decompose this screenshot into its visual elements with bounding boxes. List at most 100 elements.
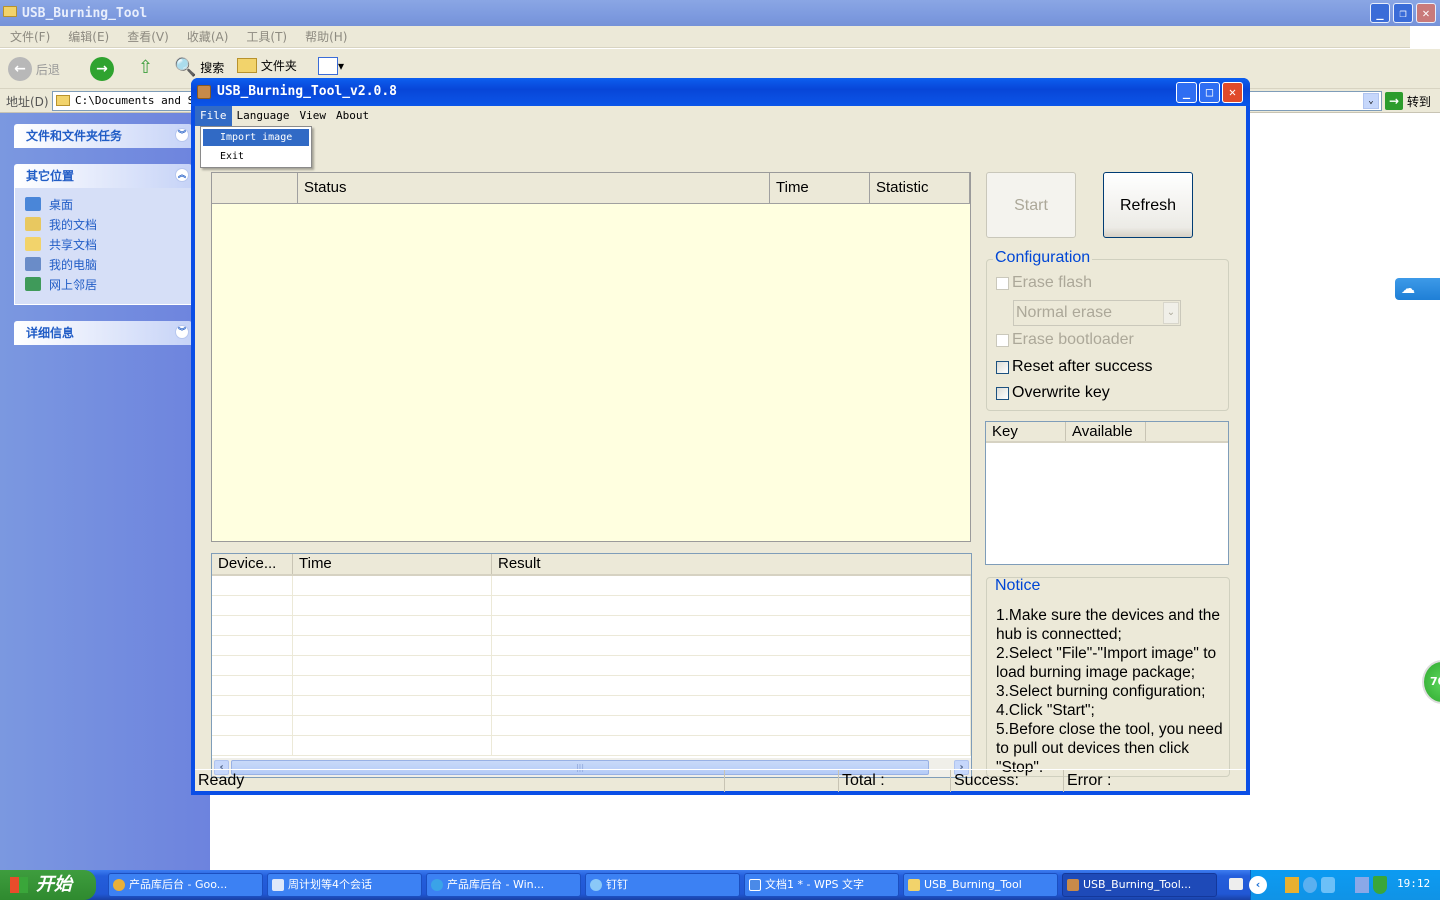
- places-panel-header[interactable]: 其它位置 ︽: [14, 164, 192, 188]
- place-shared-documents[interactable]: 共享文档: [15, 234, 191, 254]
- column-header-statistic[interactable]: Statistic: [870, 173, 970, 203]
- chevron-down-icon[interactable]: ︾: [175, 325, 189, 339]
- search-button[interactable]: 🔍 搜索: [174, 57, 224, 78]
- close-button[interactable]: ✕: [1416, 3, 1436, 23]
- table-cell: [492, 576, 971, 595]
- column-header-available[interactable]: Available: [1066, 422, 1146, 441]
- chevron-up-icon[interactable]: ︽: [175, 168, 189, 182]
- key-list[interactable]: Key Available: [985, 421, 1229, 565]
- menu-help[interactable]: 帮助(H): [305, 28, 347, 45]
- chevron-left-icon[interactable]: ‹: [1249, 876, 1267, 894]
- table-row[interactable]: [212, 596, 971, 616]
- views-button[interactable]: ▾: [318, 57, 344, 75]
- up-folder-button[interactable]: ⇧: [138, 57, 153, 78]
- place-my-documents[interactable]: 我的文档: [15, 214, 191, 234]
- table-row[interactable]: [212, 716, 971, 736]
- minimize-button[interactable]: _: [1370, 3, 1390, 23]
- table-row[interactable]: [212, 636, 971, 656]
- menu-item-exit[interactable]: Exit: [203, 148, 309, 165]
- result-log-list[interactable]: Device... Time Result ‹ ||| ›: [211, 553, 972, 778]
- cloud-sync-icon[interactable]: ☁: [1395, 278, 1440, 300]
- close-button[interactable]: ✕: [1222, 82, 1243, 103]
- minimize-button[interactable]: _: [1176, 82, 1197, 103]
- column-header-time[interactable]: Time: [770, 173, 870, 203]
- keyboard-icon[interactable]: [1229, 878, 1243, 890]
- menu-favorites[interactable]: 收藏(A): [187, 28, 229, 45]
- shield-icon[interactable]: [1373, 876, 1387, 894]
- place-network[interactable]: 网上邻居: [15, 274, 191, 294]
- column-header-blank[interactable]: [212, 173, 298, 203]
- taskbar-item-ie[interactable]: 产品库后台 - Win...: [426, 873, 581, 897]
- maximize-button[interactable]: □: [1199, 82, 1220, 103]
- taskbar-item-chat[interactable]: 周计划等4个会话: [267, 873, 422, 897]
- menu-edit[interactable]: 编辑(E): [68, 28, 109, 45]
- menu-about[interactable]: About: [331, 106, 374, 126]
- menu-view[interactable]: View: [294, 106, 331, 126]
- tray-cloud-icon[interactable]: [1321, 877, 1335, 893]
- table-row[interactable]: [212, 696, 971, 716]
- table-row[interactable]: [212, 576, 971, 596]
- status-total: Total :: [839, 770, 951, 792]
- refresh-button[interactable]: Refresh: [1103, 172, 1193, 238]
- table-cell: [293, 656, 492, 675]
- tasks-panel-header[interactable]: 文件和文件夹任务 ︾: [14, 124, 192, 148]
- tray-app-icon[interactable]: [1285, 877, 1299, 893]
- upper-list-header: Status Time Statistic: [212, 173, 970, 204]
- up-folder-icon: ⇧: [138, 57, 154, 78]
- menu-view[interactable]: 查看(V): [127, 28, 169, 45]
- go-button[interactable]: → 转到: [1385, 92, 1431, 110]
- column-header-result[interactable]: Result: [492, 554, 971, 574]
- place-desktop[interactable]: 桌面: [15, 194, 191, 214]
- tray-browser-icon[interactable]: [1303, 877, 1317, 893]
- taskbar-item-dingtalk[interactable]: 钉钉: [585, 873, 740, 897]
- erase-flash-label: Erase flash: [1012, 274, 1093, 291]
- folders-button[interactable]: 文件夹: [237, 57, 297, 74]
- file-menu-dropdown: Import image Exit: [200, 126, 312, 168]
- windows-logo-icon: [10, 877, 28, 893]
- back-button[interactable]: ← 后退: [8, 57, 60, 81]
- menu-file[interactable]: 文件(F): [10, 28, 50, 45]
- menu-language[interactable]: Language: [232, 106, 295, 126]
- menu-file[interactable]: File: [195, 106, 232, 126]
- taskbar-item-usb-tool[interactable]: USB_Burning_Tool...: [1062, 873, 1217, 897]
- device-status-list[interactable]: Status Time Statistic: [211, 172, 971, 542]
- erase-bootloader-label: Erase bootloader: [1012, 331, 1134, 348]
- details-panel-header[interactable]: 详细信息 ︾: [14, 321, 192, 345]
- back-arrow-icon: ←: [8, 57, 32, 81]
- column-header-time[interactable]: Time: [293, 554, 492, 574]
- column-header-status[interactable]: Status: [298, 173, 770, 203]
- configuration-group: Configuration Erase flash Normal erase ⌄…: [986, 249, 1229, 411]
- column-header-device[interactable]: Device...: [212, 554, 293, 574]
- network-icon[interactable]: [1355, 877, 1369, 893]
- places-panel: 桌面 我的文档 共享文档 我的电脑 网上邻居: [14, 188, 192, 305]
- table-row[interactable]: [212, 736, 971, 756]
- table-row[interactable]: [212, 676, 971, 696]
- menu-tools[interactable]: 工具(T): [246, 28, 287, 45]
- restore-button[interactable]: ❐: [1393, 3, 1413, 23]
- status-bar: Ready Total : Success: Error :: [195, 769, 1246, 792]
- reset-after-success-checkbox[interactable]: Reset after success: [996, 358, 1153, 376]
- taskbar-label: 产品库后台 - Win...: [447, 878, 545, 891]
- table-cell: [293, 676, 492, 695]
- chevron-down-icon[interactable]: ⌄: [1163, 302, 1179, 324]
- status-blank: [725, 770, 839, 792]
- column-header-key[interactable]: Key: [986, 422, 1066, 441]
- forward-button[interactable]: →: [90, 57, 114, 81]
- address-dropdown-icon[interactable]: ⌄: [1363, 93, 1379, 109]
- taskbar-item-chrome[interactable]: 产品库后台 - Goo...: [108, 873, 263, 897]
- erase-bootloader-checkbox[interactable]: Erase bootloader: [996, 331, 1134, 349]
- menu-item-import-image[interactable]: Import image: [203, 129, 309, 146]
- overwrite-key-checkbox[interactable]: Overwrite key: [996, 384, 1110, 402]
- start-button[interactable]: 开始: [0, 870, 96, 900]
- taskbar-item-explorer[interactable]: USB_Burning_Tool: [903, 873, 1058, 897]
- tool-menu-bar: File Language View About: [195, 106, 1246, 126]
- erase-flash-checkbox[interactable]: Erase flash: [996, 274, 1092, 292]
- tool-title-bar[interactable]: USB_Burning_Tool_v2.0.8 _ □ ✕: [191, 78, 1250, 106]
- erase-mode-select[interactable]: Normal erase ⌄: [1013, 300, 1181, 326]
- table-row[interactable]: [212, 616, 971, 636]
- start-button[interactable]: Start: [986, 172, 1076, 238]
- table-row[interactable]: [212, 656, 971, 676]
- chevron-down-icon[interactable]: ︾: [175, 128, 189, 142]
- place-my-computer[interactable]: 我的电脑: [15, 254, 191, 274]
- taskbar-item-wps[interactable]: 文档1 * - WPS 文字: [744, 873, 899, 897]
